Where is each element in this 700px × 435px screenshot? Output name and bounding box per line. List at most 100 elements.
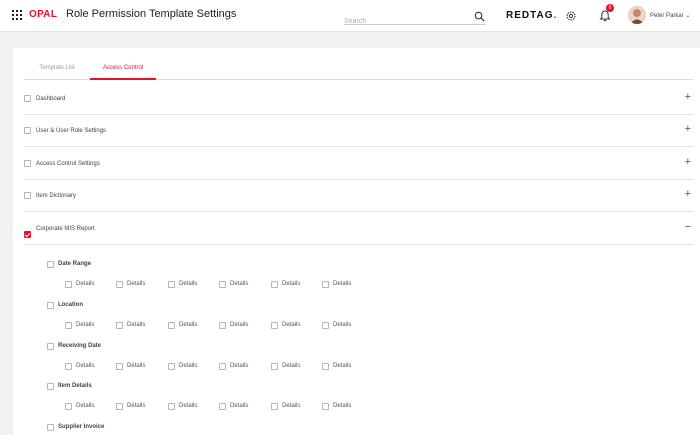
collapse-icon[interactable]: −	[685, 221, 691, 233]
detail-option[interactable]: Details	[116, 362, 164, 374]
detail-label: Details	[179, 403, 198, 409]
detail-checkbox[interactable]	[116, 281, 123, 288]
gear-icon[interactable]	[565, 10, 577, 22]
chevron-down-icon: ⌄	[685, 13, 691, 19]
detail-option[interactable]: Details	[65, 362, 113, 374]
detail-label: Details	[76, 322, 95, 328]
accordion-label: Dashboard	[36, 96, 66, 102]
detail-label: Details	[76, 403, 95, 409]
search-icon[interactable]	[474, 11, 485, 22]
detail-checkbox[interactable]	[219, 281, 226, 288]
section-checkbox[interactable]	[47, 343, 54, 350]
detail-option[interactable]: Details	[219, 280, 267, 292]
detail-option[interactable]: Details	[322, 321, 370, 333]
detail-option[interactable]: Details	[322, 280, 370, 292]
detail-label: Details	[230, 281, 249, 287]
detail-option[interactable]: Details	[168, 321, 216, 333]
user-role-settings-checkbox[interactable]	[24, 127, 31, 134]
detail-option[interactable]: Details	[271, 402, 319, 414]
detail-label: Details	[127, 322, 146, 328]
detail-label: Details	[127, 363, 146, 369]
detail-checkbox[interactable]	[322, 403, 329, 410]
accordion-corporate-mis-report[interactable]: Corporate MIS Report −	[24, 213, 693, 245]
section-checkbox[interactable]	[47, 383, 54, 390]
detail-option[interactable]: Details	[168, 362, 216, 374]
detail-checkbox[interactable]	[322, 322, 329, 329]
detail-option[interactable]: Details	[322, 362, 370, 374]
detail-checkbox[interactable]	[168, 363, 175, 370]
detail-label: Details	[333, 322, 352, 328]
detail-option[interactable]: Details	[168, 402, 216, 414]
accordion-user-role-settings[interactable]: User & User Role Settings +	[24, 115, 693, 147]
detail-checkbox[interactable]	[116, 363, 123, 370]
detail-checkbox[interactable]	[271, 403, 278, 410]
detail-option[interactable]: Details	[219, 321, 267, 333]
section-label: Supplier Invoice	[58, 424, 105, 430]
dashboard-checkbox[interactable]	[24, 95, 31, 102]
detail-label: Details	[230, 322, 249, 328]
detail-checkbox[interactable]	[219, 403, 226, 410]
detail-checkbox[interactable]	[219, 322, 226, 329]
detail-checkbox[interactable]	[65, 281, 72, 288]
detail-checkbox[interactable]	[168, 281, 175, 288]
detail-checkbox[interactable]	[168, 403, 175, 410]
accordion-label: Access Control Settings	[36, 161, 100, 167]
detail-checkbox[interactable]	[271, 363, 278, 370]
detail-option[interactable]: Details	[116, 402, 164, 414]
detail-checkbox[interactable]	[65, 363, 72, 370]
detail-label: Details	[76, 281, 95, 287]
section-checkbox[interactable]	[47, 424, 54, 431]
tab-template-list[interactable]: Template List	[24, 59, 90, 80]
expand-icon[interactable]: +	[685, 156, 691, 168]
detail-checkbox[interactable]	[271, 281, 278, 288]
company-logo: REDTAG.	[506, 10, 558, 21]
grid-icon[interactable]	[12, 10, 22, 20]
detail-option[interactable]: Details	[322, 402, 370, 414]
detail-option[interactable]: Details	[65, 321, 113, 333]
accordion-dashboard[interactable]: Dashboard +	[24, 83, 693, 115]
accordion-item-dictionary[interactable]: Item Dictionary +	[24, 180, 693, 212]
access-control-settings-checkbox[interactable]	[24, 160, 31, 167]
detail-option[interactable]: Details	[168, 280, 216, 292]
section-checkbox[interactable]	[47, 302, 54, 309]
detail-checkbox[interactable]	[168, 322, 175, 329]
detail-option[interactable]: Details	[219, 362, 267, 374]
search-input[interactable]	[344, 14, 468, 29]
detail-option[interactable]: Details	[65, 280, 113, 292]
tab-access-control[interactable]: Access Control	[90, 59, 156, 80]
detail-checkbox[interactable]	[322, 281, 329, 288]
detail-option[interactable]: Details	[271, 321, 319, 333]
detail-option[interactable]: Details	[219, 402, 267, 414]
corporate-mis-report-checkbox[interactable]	[24, 231, 31, 238]
detail-checkbox[interactable]	[116, 322, 123, 329]
notification-button[interactable]: 0	[598, 4, 614, 23]
detail-option[interactable]: Details	[271, 362, 319, 374]
detail-checkbox[interactable]	[271, 322, 278, 329]
detail-row: Details Details Details Details Details …	[65, 280, 385, 292]
detail-checkbox[interactable]	[65, 322, 72, 329]
expand-icon[interactable]: +	[685, 91, 691, 103]
detail-option[interactable]: Details	[271, 280, 319, 292]
item-dictionary-checkbox[interactable]	[24, 192, 31, 199]
detail-label: Details	[282, 281, 301, 287]
expand-icon[interactable]: +	[685, 123, 691, 135]
notification-badge: 0	[606, 4, 614, 12]
detail-label: Details	[127, 281, 146, 287]
accordion-access-control-settings[interactable]: Access Control Settings +	[24, 148, 693, 180]
detail-label: Details	[179, 363, 198, 369]
avatar[interactable]	[628, 6, 646, 24]
accordion-label: Item Dictionary	[36, 193, 77, 199]
detail-checkbox[interactable]	[219, 363, 226, 370]
detail-checkbox[interactable]	[116, 403, 123, 410]
user-name: Peter Parkar	[650, 13, 684, 19]
detail-label: Details	[333, 363, 352, 369]
user-menu[interactable]: Peter Parkar ⌄	[650, 12, 690, 19]
detail-checkbox[interactable]	[65, 403, 72, 410]
tab-bar: Template List Access Control	[24, 59, 693, 80]
detail-checkbox[interactable]	[322, 363, 329, 370]
section-checkbox[interactable]	[47, 261, 54, 268]
detail-option[interactable]: Details	[65, 402, 113, 414]
detail-option[interactable]: Details	[116, 280, 164, 292]
detail-option[interactable]: Details	[116, 321, 164, 333]
expand-icon[interactable]: +	[685, 188, 691, 200]
